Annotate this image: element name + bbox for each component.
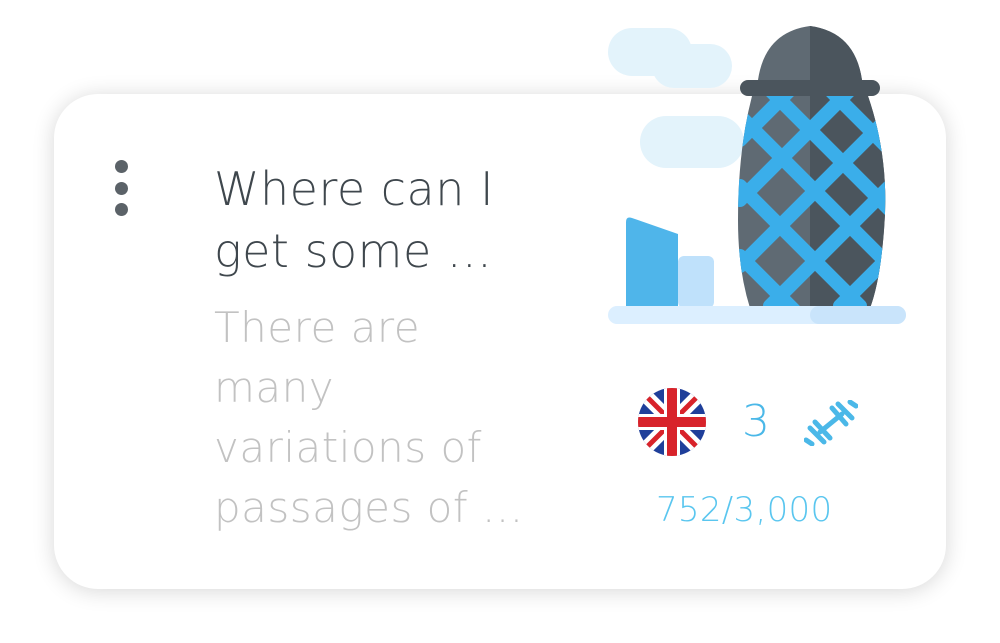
dumbbell-icon [804,400,858,446]
more-options-icon-dot [114,181,128,195]
more-options-icon-dot [114,160,128,173]
card-stats: 3 [638,388,878,458]
london-gherkin-illustration [608,26,906,324]
exercise-count: 3 [742,396,770,447]
more-options-button[interactable] [106,160,136,216]
stage: Where can I get some ... There are many … [0,0,1000,643]
more-options-icon-dot [114,203,128,216]
card-description: There are many variations of passages of… [214,303,524,532]
card-title: Where can I get some ... [214,162,495,278]
uk-flag-icon [638,388,706,456]
progress-count: 752/3,000 [656,490,833,530]
